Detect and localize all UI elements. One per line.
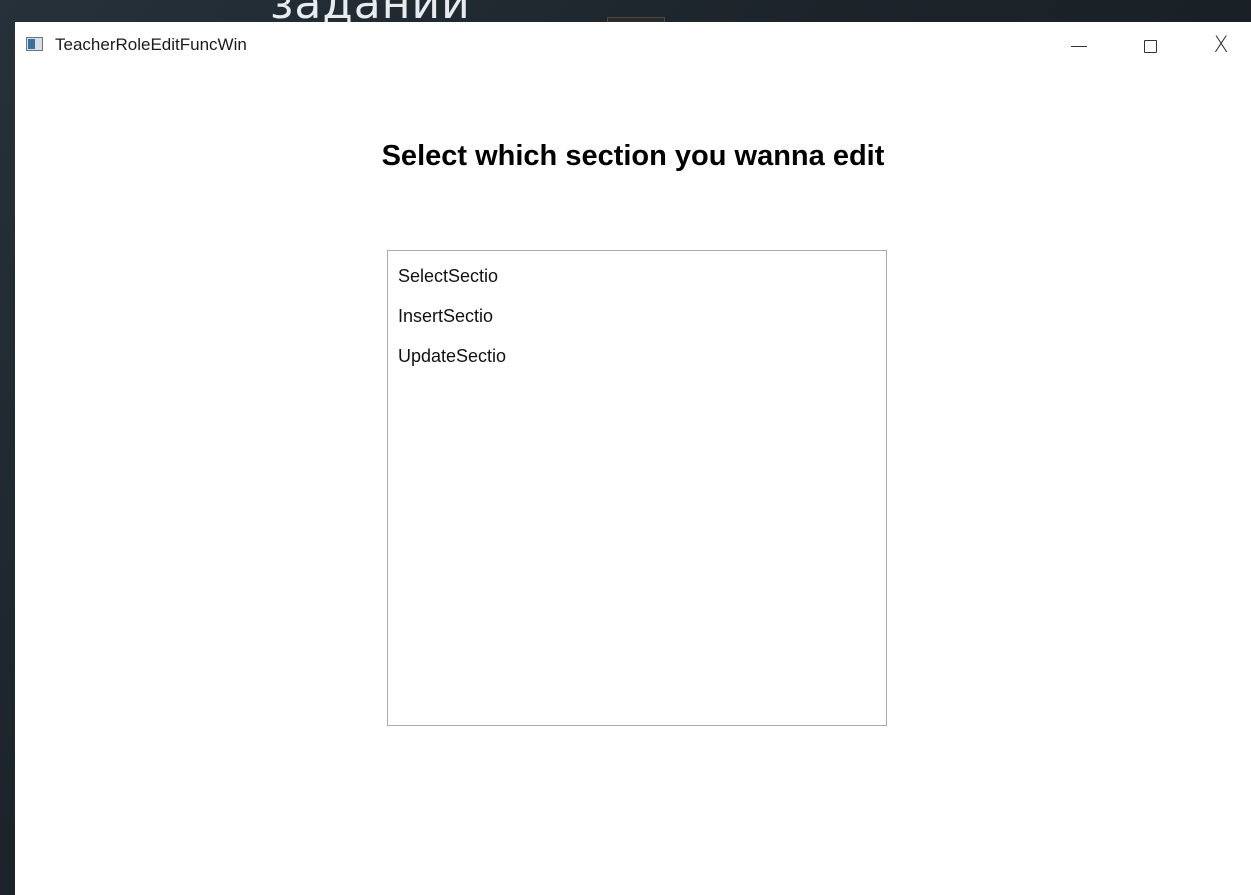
list-item[interactable]: UpdateSectio (388, 341, 886, 381)
page-title: Select which section you wanna edit (381, 140, 885, 172)
list-item[interactable]: SelectSectio (388, 261, 886, 301)
app-icon (26, 37, 43, 51)
title-bar[interactable]: TeacherRoleEditFuncWin X (15, 22, 1251, 70)
minimize-button[interactable] (1051, 22, 1107, 70)
maximize-icon (1143, 39, 1157, 53)
window-title: TeacherRoleEditFuncWin (55, 35, 247, 54)
app-window: TeacherRoleEditFuncWin X Select which se… (15, 22, 1251, 895)
minimize-icon (1071, 45, 1087, 47)
close-icon: X (1213, 33, 1229, 58)
maximize-button[interactable] (1122, 22, 1178, 70)
close-button[interactable]: X (1193, 22, 1249, 70)
list-item[interactable]: InsertSectio (388, 301, 886, 341)
section-listbox[interactable]: SelectSectio InsertSectio UpdateSectio (387, 250, 887, 726)
